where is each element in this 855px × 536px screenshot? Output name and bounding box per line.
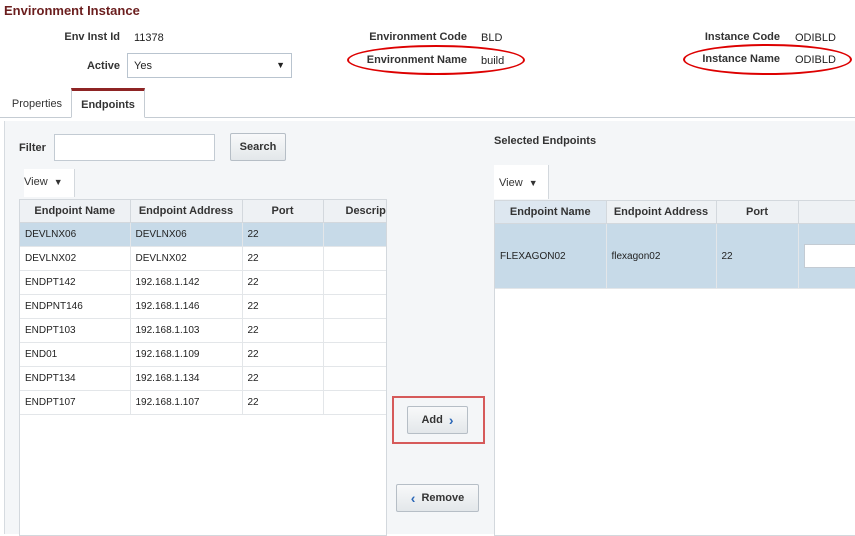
add-button[interactable]: Add › (407, 406, 468, 434)
table-header-row: Endpoint Name Endpoint Address Port Desc… (20, 200, 387, 223)
cell-endpoint-name: ENDPNT146 (20, 295, 130, 319)
cell-port: 22 (242, 367, 323, 391)
instance-code-label: Instance Code (660, 31, 780, 43)
cell-endpoint-address: 192.168.1.142 (130, 271, 242, 295)
table-header-row: Endpoint Name Endpoint Address Port (495, 201, 855, 224)
instance-name-highlight (683, 44, 852, 75)
cell-description (323, 271, 387, 295)
filter-label: Filter (19, 142, 46, 154)
cell-endpoint-address: 192.168.1.107 (130, 391, 242, 415)
chevron-right-icon: › (449, 412, 454, 428)
cell-description (798, 224, 855, 289)
cell-endpoint-address: DEVLNX02 (130, 247, 242, 271)
cell-port: 22 (242, 247, 323, 271)
right-view-caret-icon: ▼ (529, 178, 538, 188)
selected-endpoints-table: Endpoint Name Endpoint Address Port FLEX… (494, 200, 855, 536)
cell-description (323, 247, 387, 271)
table-row[interactable]: ENDPT103 192.168.1.103 22 (20, 319, 387, 343)
left-view-label: View (24, 176, 48, 188)
cell-port: 22 (242, 223, 323, 247)
cell-endpoint-name: ENDPT103 (20, 319, 130, 343)
page-title: Environment Instance (4, 3, 140, 18)
column-header-endpoint-address[interactable]: Endpoint Address (606, 201, 716, 224)
cell-endpoint-name: ENDPT107 (20, 391, 130, 415)
selected-endpoints-title: Selected Endpoints (494, 135, 596, 147)
table-row[interactable]: DEVLNX02 DEVLNX02 22 (20, 247, 387, 271)
cell-endpoint-name: DEVLNX02 (20, 247, 130, 271)
cell-endpoint-name: END01 (20, 343, 130, 367)
column-header-endpoint-address[interactable]: Endpoint Address (130, 200, 242, 223)
column-header-endpoint-name[interactable]: Endpoint Name (20, 200, 130, 223)
env-inst-id-value: 11378 (134, 32, 164, 44)
table-row[interactable]: DEVLNX06 DEVLNX06 22 (20, 223, 387, 247)
cell-description (323, 343, 387, 367)
right-view-menu[interactable]: View ▼ (499, 177, 538, 189)
table-row[interactable]: FLEXAGON02 flexagon02 22 (495, 224, 855, 289)
table-row[interactable]: ENDPT107 192.168.1.107 22 (20, 391, 387, 415)
instance-code-value: ODIBLD (795, 32, 836, 44)
cell-port: 22 (242, 391, 323, 415)
add-button-label: Add (421, 414, 442, 426)
filter-input[interactable] (54, 134, 215, 161)
cell-description (323, 223, 387, 247)
chevron-left-icon: ‹ (411, 490, 416, 506)
table-row[interactable]: END01 192.168.1.109 22 (20, 343, 387, 367)
environment-code-label: Environment Code (330, 31, 467, 43)
cell-endpoint-address: 192.168.1.103 (130, 319, 242, 343)
cell-endpoint-address: flexagon02 (606, 224, 716, 289)
column-header-port[interactable]: Port (716, 201, 798, 224)
cell-description (323, 391, 387, 415)
env-inst-id-label: Env Inst Id (40, 31, 120, 43)
environment-code-value: BLD (481, 32, 502, 44)
table-row[interactable]: ENDPT142 192.168.1.142 22 (20, 271, 387, 295)
cell-endpoint-address: 192.168.1.146 (130, 295, 242, 319)
cell-port: 22 (242, 319, 323, 343)
environment-name-highlight (347, 45, 525, 75)
tab-properties[interactable]: Properties (4, 88, 70, 118)
remove-button[interactable]: ‹ Remove (396, 484, 479, 512)
cell-port: 22 (242, 271, 323, 295)
cell-description (323, 295, 387, 319)
right-view-label: View (499, 177, 523, 189)
search-button[interactable]: Search (230, 133, 286, 161)
cell-description (323, 319, 387, 343)
column-header-description[interactable] (798, 201, 855, 224)
active-label: Active (40, 60, 120, 72)
cell-description (323, 367, 387, 391)
cell-endpoint-name: ENDPT142 (20, 271, 130, 295)
cell-endpoint-name: FLEXAGON02 (495, 224, 606, 289)
active-select-value: Yes (134, 60, 152, 72)
description-input[interactable] (804, 244, 855, 268)
cell-endpoint-name: DEVLNX06 (20, 223, 130, 247)
remove-button-label: Remove (421, 492, 464, 504)
table-row[interactable]: ENDPT134 192.168.1.134 22 (20, 367, 387, 391)
active-select[interactable]: Yes ▼ (127, 53, 292, 78)
table-row[interactable]: ENDPNT146 192.168.1.146 22 (20, 295, 387, 319)
cell-endpoint-address: 192.168.1.109 (130, 343, 242, 367)
chevron-down-icon: ▼ (276, 60, 285, 70)
cell-port: 22 (716, 224, 798, 289)
cell-endpoint-address: 192.168.1.134 (130, 367, 242, 391)
cell-endpoint-address: DEVLNX06 (130, 223, 242, 247)
left-view-caret-icon: ▼ (54, 177, 63, 187)
column-header-endpoint-name[interactable]: Endpoint Name (495, 201, 606, 224)
column-header-description[interactable]: Descrip (323, 200, 387, 223)
cell-port: 22 (242, 295, 323, 319)
column-header-port[interactable]: Port (242, 200, 323, 223)
available-endpoints-table: Endpoint Name Endpoint Address Port Desc… (19, 199, 387, 536)
cell-port: 22 (242, 343, 323, 367)
left-view-menu[interactable]: View ▼ (24, 176, 63, 188)
tab-endpoints[interactable]: Endpoints (71, 88, 145, 118)
cell-endpoint-name: ENDPT134 (20, 367, 130, 391)
